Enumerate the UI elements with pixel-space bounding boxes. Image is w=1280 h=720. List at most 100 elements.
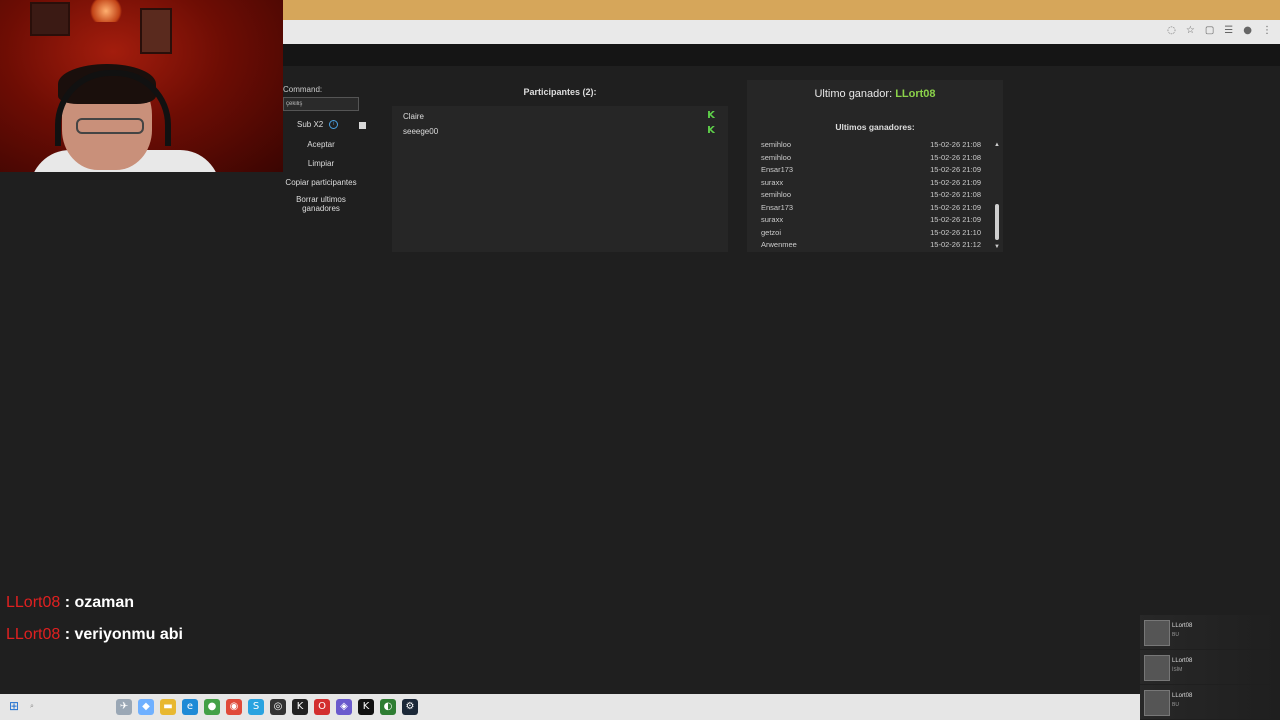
alert-username: LLort08 — [1172, 623, 1193, 629]
winner-time: 15-02-26 21:09 — [930, 165, 981, 174]
last-winner: Ultimo ganador: LLort08 — [747, 88, 1003, 100]
messenger-icon[interactable]: ◈ — [336, 699, 352, 715]
winner-time: 15-02-26 21:08 — [930, 152, 981, 162]
list-item: semihloo 15-02-26 21:08 — [761, 190, 981, 203]
list-item: Ensar173 15-02-26 21:09 — [761, 203, 981, 216]
skype-icon[interactable]: S — [248, 699, 264, 715]
file-explorer-icon[interactable]: ▬ — [160, 699, 176, 715]
alert-subtext: BU — [1172, 702, 1179, 708]
chat-username: LLort08 — [6, 626, 61, 643]
command-input[interactable] — [283, 97, 359, 111]
list-item: suraxx 15-02-26 21:09 — [761, 178, 981, 191]
scroll-thumb[interactable] — [995, 204, 999, 240]
chat-message: LLort08 : ozaman — [6, 594, 183, 626]
avatar[interactable]: ● — [1243, 25, 1252, 36]
participant-name: seeege00 — [403, 127, 439, 136]
winner-time: 15-02-26 21:08 — [930, 140, 981, 149]
info-icon[interactable]: i — [329, 120, 339, 129]
winner-name: semihloo — [761, 152, 792, 162]
alerts-overlay: LLort08 BU LLort08 İSİM LLort08 BU — [1140, 615, 1280, 720]
search-icon: ⌕ — [30, 703, 34, 710]
winner-time: 15-02-26 21:09 — [930, 177, 981, 187]
copiar-participantes-button[interactable]: Copiar participantes — [283, 178, 359, 187]
xbox-icon[interactable]: ● — [204, 699, 220, 715]
browser-address-bar: ◌ ☆ ▢ ☰ ● ⋮ — [283, 20, 1280, 44]
winner-time: 15-02-26 21:12 — [930, 240, 981, 249]
winner-name: semihloo — [761, 190, 792, 199]
kick-icon[interactable]: K — [706, 126, 716, 136]
winner-time: 15-02-26 21:10 — [930, 227, 981, 237]
copilot-icon[interactable]: ◆ — [138, 699, 154, 715]
winner-name: suraxx — [761, 215, 784, 224]
scroll-up-icon[interactable]: ▲ — [994, 142, 1000, 148]
taskbar-apps: ✈ ◆ ▬ e ● ◉ S ◎ K O ◈ K ◐ ⚙ — [116, 699, 418, 715]
scroll-down-icon[interactable]: ▼ — [994, 244, 1000, 250]
sub-x2-option: Sub X2 i — [297, 120, 339, 129]
app-top-bar — [283, 44, 1280, 66]
participants-title: Participantes (2): — [523, 87, 597, 97]
last-winner-label: Ultimo ganador: — [814, 88, 893, 100]
avatar — [1144, 690, 1170, 716]
aceptar-button[interactable]: Aceptar — [283, 140, 359, 149]
winners-panel: Ultimo ganador: LLort08 Ultimos ganadore… — [747, 80, 1003, 252]
alert-username: LLort08 — [1172, 658, 1193, 664]
list-item: semihloo 15-02-26 21:08 — [761, 153, 981, 166]
chat-separator: : — [60, 594, 75, 611]
alert-item: LLort08 BU — [1140, 615, 1280, 649]
chat-message: LLort08 : veriyonmu abi — [6, 626, 183, 658]
alert-item: LLort08 İSİM — [1140, 650, 1280, 684]
menu-icon[interactable]: ☰ — [1224, 25, 1233, 36]
kebab-menu-icon[interactable]: ⋮ — [1262, 25, 1272, 36]
list-item: getzoi 15-02-26 21:10 — [761, 228, 981, 241]
kick-app-icon[interactable]: K — [292, 699, 308, 715]
kick-icon[interactable]: K — [358, 699, 374, 715]
steam-icon[interactable]: ⚙ — [402, 699, 418, 715]
winners-title: Ultimos ganadores: — [835, 122, 915, 132]
chat-overlay: LLort08 : ozaman LLort08 : veriyonmu abi — [6, 594, 183, 658]
webcam-overlay — [0, 0, 283, 172]
browser-toolbar-icons: ◌ ☆ ▢ ☰ ● ⋮ — [1167, 25, 1272, 36]
participant-name: Claire — [403, 112, 424, 121]
list-item: semihloo 15-02-26 21:08 — [761, 140, 981, 153]
command-label: Command: — [283, 85, 323, 94]
winner-time: 15-02-26 21:09 — [930, 215, 981, 224]
taskbar: ⊞ ⌕ ✈ ◆ ▬ e ● ◉ S ◎ K O ◈ K ◐ ⚙ — [0, 694, 1140, 720]
sub-x2-label: Sub X2 — [297, 120, 324, 129]
winner-name: Ensar173 — [761, 165, 794, 174]
winner-name: suraxx — [761, 177, 784, 187]
winner-name: semihloo — [761, 140, 792, 149]
opera-icon[interactable]: O — [314, 699, 330, 715]
winner-name: Arwenmee — [761, 240, 797, 249]
edge-icon[interactable]: e — [182, 699, 198, 715]
list-item: Ensar173 15-02-26 21:09 — [761, 165, 981, 178]
borrar-ganadores-button[interactable]: Borrar ultimos ganadores — [283, 195, 359, 213]
chat-username: LLort08 — [6, 594, 61, 611]
avatar — [1144, 655, 1170, 681]
extension-icon[interactable]: ▢ — [1205, 25, 1214, 36]
list-item: suraxx 15-02-26 21:09 — [761, 215, 981, 228]
obs-icon[interactable]: ◎ — [270, 699, 286, 715]
last-winner-name: LLort08 — [895, 88, 936, 100]
widgets-icon[interactable]: ✈ — [116, 699, 132, 715]
alert-username: LLort08 — [1172, 693, 1193, 699]
alert-subtext: İSİM — [1172, 667, 1183, 673]
windows-start-icon[interactable]: ⊞ — [9, 700, 21, 712]
winners-list[interactable]: semihloo 15-02-26 21:08 semihloo 15-02-26 … — [761, 140, 981, 253]
star-icon[interactable]: ☆ — [1186, 25, 1195, 36]
chat-text: veriyonmu abi — [74, 626, 183, 643]
winner-name: getzoi — [761, 227, 782, 237]
winners-scrollbar[interactable]: ▲ ▼ — [994, 142, 1000, 250]
eye-off-icon[interactable]: ◌ — [1167, 25, 1176, 36]
kick-icon[interactable]: K — [706, 111, 716, 121]
winner-time: 15-02-26 21:09 — [930, 202, 981, 212]
browser-title-bar — [283, 0, 1280, 20]
sub-x2-checkbox[interactable] — [359, 122, 366, 129]
participants-list: Claire K seeege00 K — [392, 106, 728, 252]
chrome-icon[interactable]: ◉ — [226, 699, 242, 715]
limpiar-button[interactable]: Limpiar — [283, 159, 359, 168]
chat-separator: : — [60, 626, 75, 643]
winner-time: 15-02-26 21:08 — [930, 190, 981, 199]
taskbar-search[interactable]: ⌕ — [30, 698, 110, 716]
alert-item: LLort08 BU — [1140, 685, 1280, 719]
app-icon[interactable]: ◐ — [380, 699, 396, 715]
